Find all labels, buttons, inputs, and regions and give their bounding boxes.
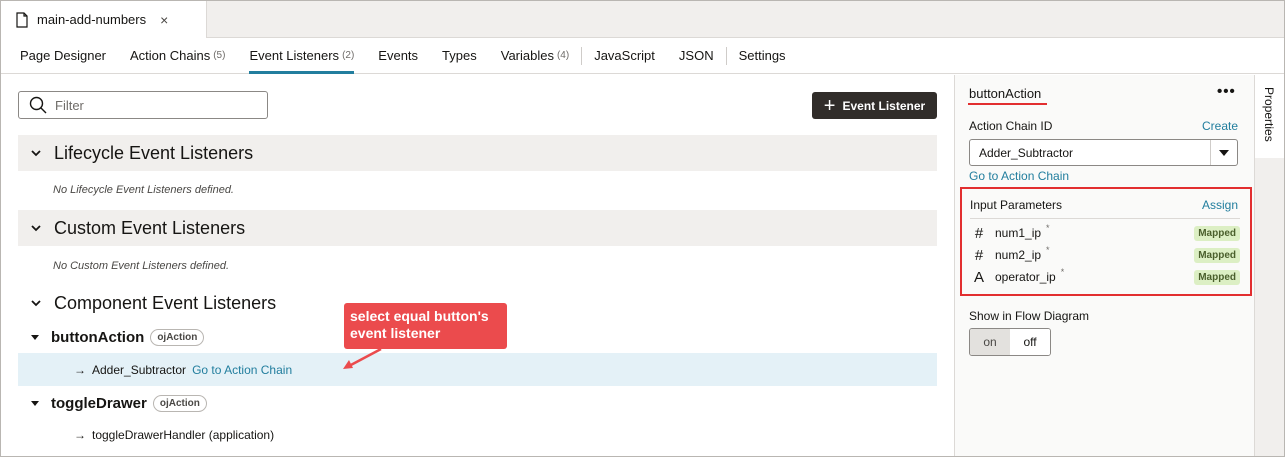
editor-window: main-add-numbers × Page Designer Action … (0, 0, 1285, 457)
chain-name: toggleDrawerHandler (application) (92, 427, 275, 442)
tab-action-chains[interactable]: Action Chains (5) (130, 38, 225, 73)
custom-section-header[interactable]: Custom Event Listeners (18, 210, 937, 246)
mapped-badge: Mapped (1194, 269, 1240, 285)
param-row[interactable]: A operator_ip * Mapped (972, 267, 1240, 287)
event-listeners-main: + Event Listener Lifecycle Event Listene… (1, 75, 953, 456)
chevron-down-icon (31, 150, 41, 157)
tab-settings[interactable]: Settings (739, 38, 786, 73)
tab-count: (5) (213, 50, 226, 61)
caret-down-icon (31, 401, 39, 406)
toggle-on-button[interactable]: on (970, 329, 1010, 355)
assign-link[interactable]: Assign (1202, 198, 1238, 212)
action-chain-select[interactable]: Adder_Subtractor (969, 139, 1238, 166)
create-link[interactable]: Create (1202, 119, 1238, 133)
required-marker: * (1046, 223, 1050, 233)
action-chain-select-value: Adder_Subtractor (979, 145, 1074, 160)
listener-toggle-drawer[interactable]: toggleDrawer ojAction (31, 395, 207, 412)
properties-panel: buttonAction ••• Action Chain ID Create … (954, 75, 1254, 456)
filter-field[interactable] (18, 91, 268, 119)
tab-count: (2) (342, 50, 355, 61)
add-event-listener-button[interactable]: + Event Listener (812, 92, 937, 119)
lifecycle-empty-message: No Lifecycle Event Listeners defined. (53, 184, 234, 196)
number-type-icon: # (974, 246, 984, 264)
arrow-right-icon: → (74, 362, 86, 377)
input-parameters-label: Input Parameters (970, 198, 1063, 212)
tab-javascript[interactable]: JavaScript (594, 38, 655, 73)
flow-diagram-toggle: on off (969, 328, 1051, 356)
properties-side-tab[interactable]: Properties (1255, 75, 1284, 158)
section-title: Component Event Listeners (54, 292, 277, 313)
mapped-badge: Mapped (1194, 225, 1240, 241)
param-name: num1_ip (995, 226, 1042, 240)
listener-chain-row[interactable]: → toggleDrawerHandler (application) (18, 418, 937, 451)
section-title: Lifecycle Event Listeners (54, 142, 254, 163)
tab-divider (581, 46, 583, 65)
file-tab-bar: main-add-numbers × (1, 1, 1284, 38)
go-to-action-chain-link[interactable]: Go to Action Chain (969, 169, 1069, 183)
custom-empty-message: No Custom Event Listeners defined. (53, 260, 230, 272)
listener-name: buttonAction (51, 329, 145, 346)
panel-title: buttonAction (969, 86, 1042, 101)
callout-arrow-icon (343, 347, 382, 369)
param-name: operator_ip (995, 270, 1056, 284)
close-icon[interactable]: × (160, 12, 168, 28)
listener-button-action[interactable]: buttonAction ojAction (31, 329, 205, 346)
mapped-badge: Mapped (1194, 247, 1240, 263)
caret-down-icon (1219, 149, 1229, 156)
tab-variables[interactable]: Variables (4) (501, 38, 569, 73)
caret-down-icon (31, 335, 39, 340)
listener-badge: ojAction (152, 395, 207, 412)
listener-chain-row[interactable]: → Adder_Subtractor Go to Action Chain (18, 353, 937, 386)
filter-input[interactable] (55, 97, 245, 113)
lifecycle-section-header[interactable]: Lifecycle Event Listeners (18, 135, 937, 171)
toggle-off-button[interactable]: off (1010, 329, 1050, 355)
add-event-listener-label: Event Listener (842, 98, 926, 113)
go-to-action-chain-link[interactable]: Go to Action Chain (192, 363, 292, 377)
flow-diagram-label: Show in Flow Diagram (969, 309, 1090, 323)
number-type-icon: # (974, 224, 984, 242)
side-tab-strip: Properties (1254, 75, 1284, 456)
param-row[interactable]: # num1_ip * Mapped (972, 223, 1240, 243)
file-tab[interactable]: main-add-numbers × (1, 1, 207, 38)
tab-types[interactable]: Types (442, 38, 477, 73)
annotation-callout: select equal button's event listener (344, 303, 507, 349)
chevron-down-icon (31, 300, 41, 307)
required-marker: * (1046, 245, 1050, 255)
chevron-down-icon (31, 225, 41, 232)
document-icon (16, 11, 28, 28)
divider (970, 218, 1240, 219)
dropdown-toggle[interactable] (1210, 140, 1237, 165)
tab-events[interactable]: Events (378, 38, 418, 73)
section-title: Custom Event Listeners (54, 217, 246, 238)
listener-name: toggleDrawer (51, 395, 147, 412)
plus-icon: + (823, 94, 836, 117)
action-chain-id-label: Action Chain ID (969, 119, 1053, 133)
input-parameters-box: Input Parameters Assign # num1_ip * Mapp… (960, 187, 1252, 296)
param-name: num2_ip (995, 248, 1042, 262)
tab-divider (725, 46, 727, 65)
title-highlight-underline (968, 103, 1047, 105)
more-options-icon[interactable]: ••• (1217, 83, 1236, 100)
listener-badge: ojAction (150, 329, 205, 346)
file-tab-label: main-add-numbers (37, 12, 147, 27)
string-type-icon: A (973, 268, 984, 286)
arrow-right-icon: → (74, 427, 86, 442)
required-marker: * (1060, 267, 1065, 277)
chain-name: Adder_Subtractor (92, 362, 187, 377)
tab-json[interactable]: JSON (679, 38, 714, 73)
param-row[interactable]: # num2_ip * Mapped (972, 245, 1240, 265)
tab-page-designer[interactable]: Page Designer (20, 38, 106, 73)
editor-tabs: Page Designer Action Chains (5) Event Lis… (1, 38, 1284, 74)
properties-side-tab-label: Properties (1262, 87, 1276, 142)
search-icon (29, 96, 47, 114)
tab-count: (4) (556, 50, 570, 61)
tab-event-listeners[interactable]: Event Listeners (2) (249, 38, 355, 74)
